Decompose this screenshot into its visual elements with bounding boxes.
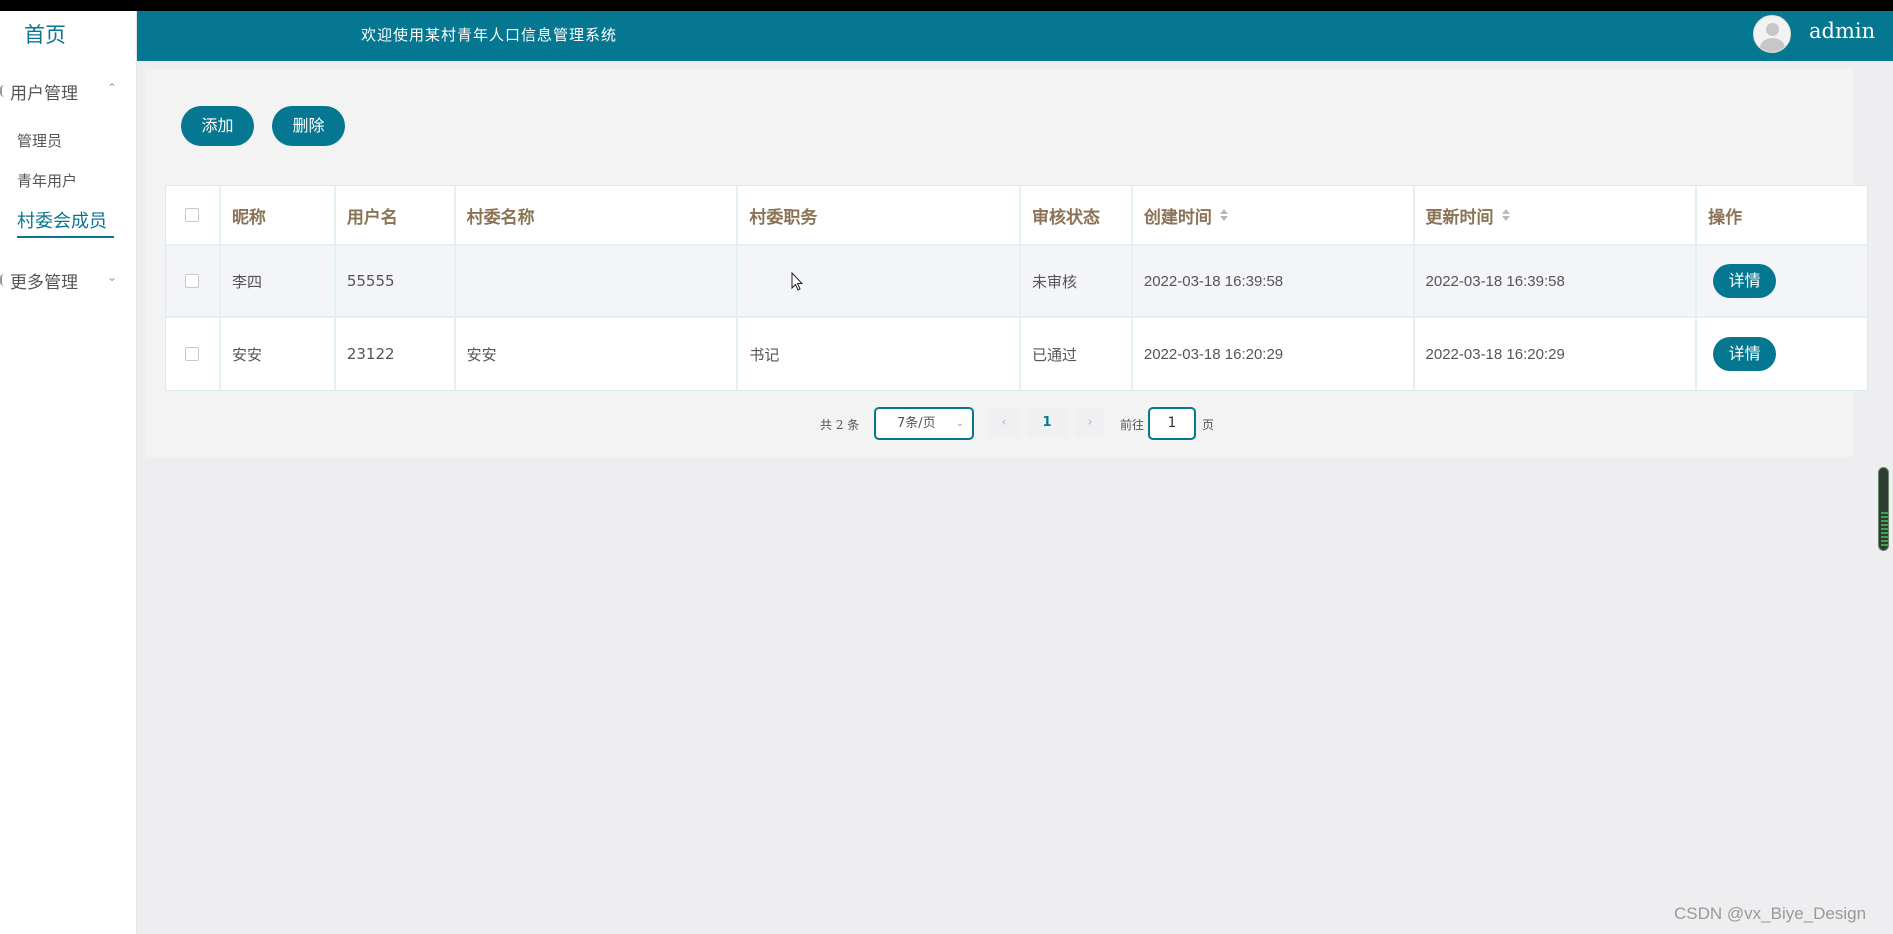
table-row: 李四 55555 未审核 2022-03-18 16:39:58 2022-03… bbox=[166, 246, 1867, 318]
avatar-body-shape bbox=[1760, 38, 1785, 52]
cell-actions: 详情 bbox=[1697, 318, 1867, 390]
menu-dot-icon bbox=[0, 85, 4, 97]
delete-button[interactable]: 删除 bbox=[272, 106, 345, 146]
cell-created-time: 2022-03-18 16:20:29 bbox=[1133, 318, 1415, 390]
column-header: 村委职务 bbox=[738, 186, 1021, 244]
sidebar-home-link[interactable]: 首页 bbox=[24, 19, 66, 49]
scrollbar[interactable] bbox=[1878, 467, 1889, 551]
table-header-row: 昵称 用户名 村委名称 村委职务 审核状态 创建时间 更新时间 操作 bbox=[166, 186, 1867, 246]
scrollbar-grip[interactable] bbox=[1881, 512, 1888, 548]
cell-village-position: 书记 bbox=[738, 318, 1021, 390]
cell-username: 55555 bbox=[336, 246, 456, 316]
column-header: 审核状态 bbox=[1021, 186, 1133, 244]
sort-icon[interactable] bbox=[1219, 209, 1228, 221]
column-header-label: 创建时间 bbox=[1143, 207, 1212, 228]
row-checkbox[interactable] bbox=[185, 274, 200, 288]
sidebar-item-youth-users[interactable]: 青年用户 bbox=[17, 170, 77, 191]
page-size-select[interactable]: 7条/页 ⌄ bbox=[874, 407, 974, 440]
page-suffix-label: 页 bbox=[1202, 418, 1215, 432]
sidebar-group-more-management[interactable]: 更多管理 ⌄ bbox=[0, 266, 137, 294]
row-checkbox-cell bbox=[166, 246, 221, 316]
table-row: 安安 23122 安安 书记 已通过 2022-03-18 16:20:29 2… bbox=[166, 318, 1867, 390]
column-header: 操作 bbox=[1708, 207, 1743, 228]
select-all-checkbox[interactable] bbox=[185, 208, 200, 222]
column-header: 用户名 bbox=[336, 186, 456, 244]
prev-page-button[interactable]: ‹ bbox=[989, 409, 1019, 437]
content-panel: 添加 删除 昵称 用户名 村委名称 村委职务 审核状态 创建时间 更新时间 操作… bbox=[145, 69, 1868, 457]
goto-label: 前往 bbox=[1120, 418, 1145, 432]
chevron-down-icon: ⌄ bbox=[955, 418, 964, 429]
cell-updated-time: 2022-03-18 16:20:29 bbox=[1415, 318, 1698, 390]
add-button[interactable]: 添加 bbox=[181, 106, 254, 146]
pagination: 共 2 条 7条/页 ⌄ ‹ 1 › 前往 1 页 bbox=[145, 407, 1853, 441]
column-header-sortable[interactable]: 更新时间 bbox=[1415, 186, 1698, 244]
top-black-strip bbox=[0, 0, 1893, 11]
cell-nickname: 李四 bbox=[221, 246, 336, 316]
row-checkbox-cell bbox=[166, 318, 221, 390]
pagination-total: 共 2 条 bbox=[820, 418, 860, 432]
watermark-text: CSDN @vx_Biye_Design bbox=[1674, 904, 1867, 923]
cell-village-name bbox=[456, 246, 739, 316]
cell-village-name: 安安 bbox=[456, 318, 739, 390]
cell-created-time: 2022-03-18 16:39:58 bbox=[1133, 246, 1415, 316]
sidebar: 首页 用户管理 ⌃ 管理员 青年用户 村委会成员 更多管理 ⌄ bbox=[0, 11, 137, 934]
cell-nickname: 安安 bbox=[221, 318, 336, 390]
cell-status: 未审核 bbox=[1021, 246, 1133, 316]
column-header: 村委名称 bbox=[456, 186, 739, 244]
data-table: 昵称 用户名 村委名称 村委职务 审核状态 创建时间 更新时间 操作 李四 55… bbox=[165, 185, 1868, 391]
menu-dot-icon bbox=[0, 274, 4, 286]
cell-username: 23122 bbox=[336, 318, 456, 390]
user-avatar-icon[interactable] bbox=[1753, 15, 1791, 53]
cell-updated-time: 2022-03-18 16:39:58 bbox=[1415, 246, 1698, 316]
sidebar-group-user-management[interactable]: 用户管理 ⌃ bbox=[0, 77, 137, 105]
cell-village-position bbox=[738, 246, 1021, 316]
page-size-value: 7条/页 bbox=[897, 416, 936, 431]
sidebar-item-village-committee-members[interactable]: 村委会成员 bbox=[17, 207, 114, 238]
mouse-cursor-icon bbox=[791, 272, 803, 291]
sidebar-item-admin[interactable]: 管理员 bbox=[17, 130, 62, 151]
page-number-current[interactable]: 1 bbox=[1027, 409, 1067, 437]
header-checkbox-cell bbox=[166, 186, 221, 244]
chevron-down-icon: ⌄ bbox=[106, 270, 117, 284]
cell-actions: 详情 bbox=[1697, 246, 1867, 316]
column-header-label: 更新时间 bbox=[1425, 207, 1494, 228]
welcome-text: 欢迎使用某村青年人口信息管理系统 bbox=[361, 26, 618, 44]
next-page-button[interactable]: › bbox=[1075, 409, 1105, 437]
goto-page-input[interactable]: 1 bbox=[1148, 407, 1196, 440]
chevron-up-icon: ⌃ bbox=[106, 81, 117, 95]
column-header: 昵称 bbox=[221, 186, 336, 244]
details-button[interactable]: 详情 bbox=[1713, 264, 1777, 298]
username-label[interactable]: admin bbox=[1809, 19, 1875, 43]
column-header-sortable[interactable]: 创建时间 bbox=[1133, 186, 1415, 244]
sidebar-group-label: 更多管理 bbox=[10, 273, 78, 293]
sidebar-group-label: 用户管理 bbox=[10, 84, 78, 104]
cell-status: 已通过 bbox=[1021, 318, 1133, 390]
avatar-head-shape bbox=[1766, 23, 1779, 36]
row-checkbox[interactable] bbox=[185, 347, 200, 361]
sort-icon[interactable] bbox=[1501, 209, 1510, 221]
details-button[interactable]: 详情 bbox=[1713, 337, 1777, 371]
top-header: 欢迎使用某村青年人口信息管理系统 admin bbox=[137, 11, 1893, 61]
